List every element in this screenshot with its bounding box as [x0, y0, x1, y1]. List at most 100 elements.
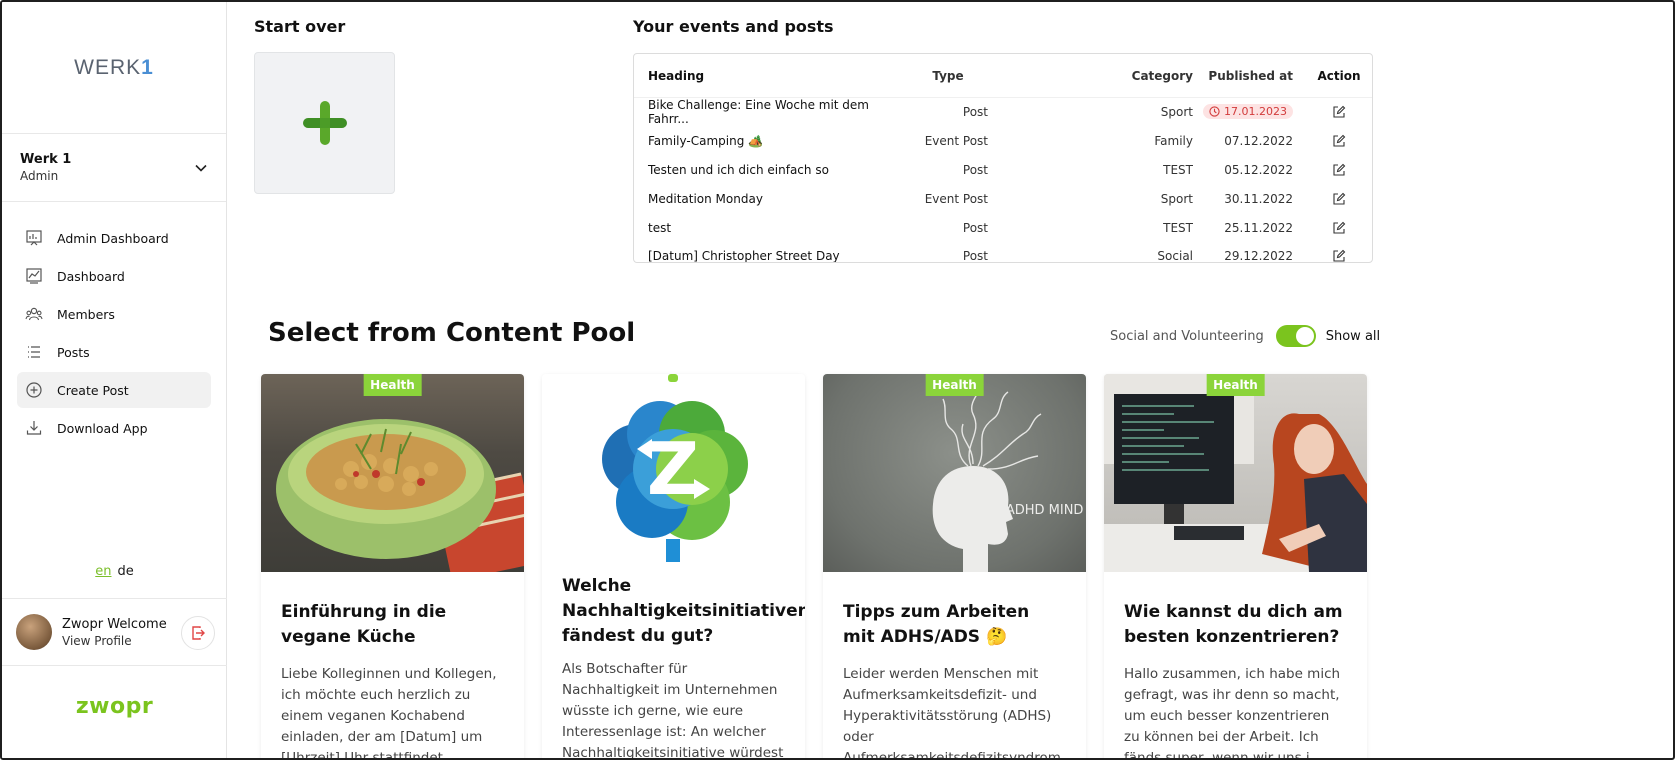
content-card[interactable]: Health Einführung in die vegane Küche Li…: [261, 374, 524, 760]
plus-icon: [302, 101, 347, 145]
content-card[interactable]: Health MY ADHD MIND Tipps zum Arbeiten m…: [823, 374, 1086, 760]
posts-icon: [25, 343, 43, 361]
table-row[interactable]: Bike Challenge: Eine Woche mit dem Fahrr…: [634, 98, 1372, 127]
dashboard-icon: [25, 267, 43, 285]
sidebar-item-create-post[interactable]: Create Post: [17, 372, 211, 408]
company-logo-area: WERK1: [2, 2, 226, 134]
col-published[interactable]: Published at: [1193, 69, 1293, 83]
sidebar-item-label: Members: [57, 306, 115, 322]
edit-button[interactable]: [1293, 221, 1372, 235]
edit-icon: [1333, 192, 1346, 205]
edit-button[interactable]: [1293, 105, 1372, 119]
salad-bowl-illustration: [276, 419, 524, 572]
profile-name: Zwopr Welcome: [62, 616, 167, 632]
row-heading: Bike Challenge: Eine Woche mit dem Fahrr…: [648, 98, 869, 127]
category-tag: Health: [1206, 374, 1265, 396]
table-row[interactable]: test Post TEST 25.11.2022: [634, 213, 1372, 242]
members-icon: [25, 305, 43, 323]
col-category[interactable]: Category: [988, 69, 1193, 83]
language-switcher: en de: [2, 564, 227, 579]
logout-button[interactable]: [181, 616, 215, 650]
events-title: Your events and posts: [633, 17, 834, 36]
row-category: Social: [1157, 249, 1193, 263]
card-image-adhd-mind: Health MY ADHD MIND: [823, 374, 1086, 572]
edit-icon: [1333, 134, 1346, 147]
logout-icon: [192, 626, 205, 640]
row-heading: Family-Camping 🏕️: [648, 134, 764, 149]
card-image-z-tree: Z: [542, 374, 805, 572]
edit-button[interactable]: [1293, 249, 1372, 262]
edit-button[interactable]: [1293, 163, 1372, 177]
scheduled-badge: 17.01.2023: [1203, 104, 1293, 120]
row-published: 05.12.2022: [1224, 162, 1293, 177]
language-de[interactable]: de: [118, 564, 134, 579]
clock-icon: [1209, 106, 1220, 118]
category-toggle[interactable]: [1275, 325, 1316, 347]
col-heading[interactable]: Heading: [648, 69, 908, 83]
edit-icon: [1333, 221, 1346, 234]
row-category: Family: [1154, 134, 1193, 149]
table-row[interactable]: Meditation Monday Event Post Sport 30.11…: [634, 184, 1372, 213]
language-en[interactable]: en: [95, 564, 111, 579]
user-profile: Zwopr Welcome View Profile: [2, 598, 227, 666]
show-all-label[interactable]: Show all: [1326, 329, 1380, 344]
create-post-icon: [25, 381, 43, 399]
card-body: Tipps zum Arbeiten mit ADHS/ADS 🤔 Leider…: [823, 572, 1086, 760]
admin-dashboard-icon: [25, 229, 43, 247]
card-image-vegan-bowl: Health: [261, 374, 524, 572]
avatar[interactable]: [16, 614, 52, 650]
table-row[interactable]: Family-Camping 🏕️ Event Post Family 07.1…: [634, 127, 1372, 156]
category-tag: Health: [925, 374, 984, 396]
table-row[interactable]: Testen und ich dich einfach so Post TEST…: [634, 156, 1372, 185]
card-title: Wie kannst du dich am besten konzentrier…: [1124, 602, 1343, 647]
card-title: Tipps zum Arbeiten mit ADHS/ADS 🤔: [843, 602, 1030, 647]
chevron-down-icon[interactable]: [194, 161, 208, 175]
card-text: Liebe Kolleginnen und Kollegen, ich möch…: [281, 666, 497, 760]
row-type: Post: [962, 249, 988, 263]
sidebar-item-dashboard[interactable]: Dashboard: [17, 258, 211, 294]
start-over-tile[interactable]: [254, 52, 395, 194]
row-type: Post: [962, 105, 988, 120]
row-published: 07.12.2022: [1224, 134, 1293, 149]
organization-switcher[interactable]: Werk 1 Admin: [2, 134, 226, 202]
sidebar-nav: Admin Dashboard Dashboard Members Posts …: [2, 202, 226, 446]
row-heading: [Datum] Christopher Street Day: [648, 249, 840, 263]
sidebar-item-download-app[interactable]: Download App: [17, 410, 211, 446]
card-body: Einführung in die vegane Küche Liebe Kol…: [261, 572, 524, 760]
content-card[interactable]: Health Wie kannst du dich am besten konz…: [1104, 374, 1367, 760]
sidebar-item-posts[interactable]: Posts: [17, 334, 211, 370]
sidebar-item-label: Admin Dashboard: [57, 230, 169, 246]
edit-icon: [1333, 163, 1346, 176]
col-type[interactable]: Type: [908, 69, 988, 83]
row-category: TEST: [1163, 162, 1193, 177]
download-icon: [25, 419, 43, 437]
table-row[interactable]: [Datum] Christopher Street Day Post Soci…: [634, 242, 1372, 263]
card-text: Hallo zusammen, ich habe mich gefragt, w…: [1124, 666, 1341, 760]
content-card[interactable]: Z Welche Nachhaltigkeitsinitiativen fänd…: [542, 374, 805, 760]
edit-button[interactable]: [1293, 192, 1372, 206]
werk1-logo[interactable]: WERK1: [74, 56, 154, 80]
svg-text:Z: Z: [647, 427, 699, 511]
row-published: 25.11.2022: [1224, 220, 1293, 235]
row-type: Event Post: [924, 134, 988, 149]
filter-label: Social and Volunteering: [1110, 328, 1264, 344]
office-worker-illustration: [1104, 374, 1367, 572]
sidebar-item-label: Create Post: [57, 382, 129, 398]
view-profile-link[interactable]: View Profile: [62, 634, 167, 648]
card-text: Als Botschafter für Nachhaltigkeit im Un…: [562, 661, 784, 760]
row-category: Sport: [1160, 105, 1193, 120]
category-tag: Health: [363, 374, 422, 396]
sidebar-item-admin-dashboard[interactable]: Admin Dashboard: [17, 220, 211, 256]
edit-icon: [1333, 250, 1346, 262]
sidebar-item-label: Posts: [57, 344, 90, 360]
card-text: Leider werden Menschen mit Aufmerksamkei…: [843, 666, 1061, 760]
row-heading: Testen und ich dich einfach so: [648, 162, 829, 177]
adhd-chalk-illustration: MY ADHD MIND: [932, 383, 1084, 572]
row-published: 17.01.2023: [1193, 104, 1293, 120]
svg-text:MY ADHD MIND: MY ADHD MIND: [983, 503, 1084, 518]
edit-icon: [1333, 106, 1346, 118]
sidebar-item-members[interactable]: Members: [17, 296, 211, 332]
content-filter: Social and Volunteering Show all: [1110, 325, 1380, 347]
edit-button[interactable]: [1293, 134, 1372, 148]
content-pool-title: Select from Content Pool: [268, 318, 636, 348]
